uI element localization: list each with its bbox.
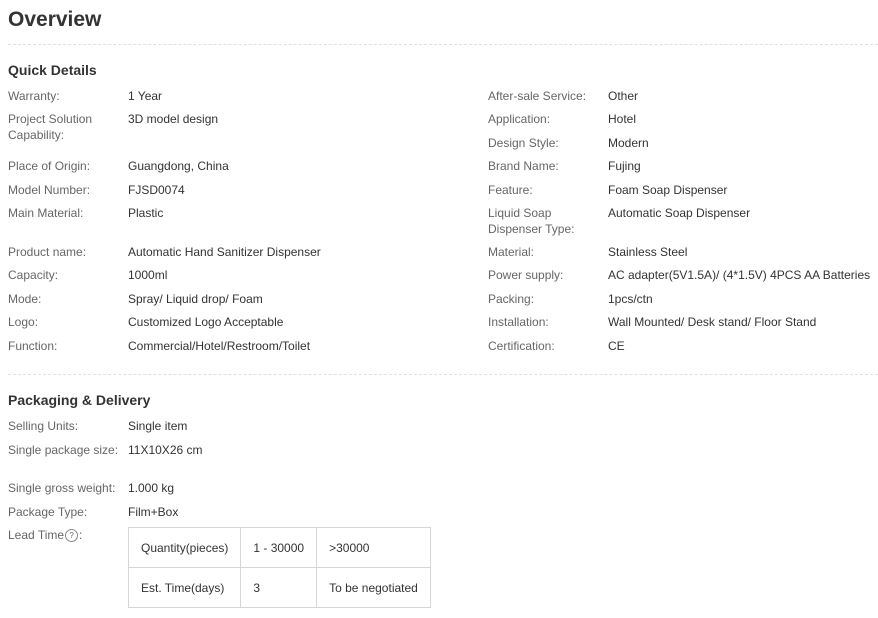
packaging-value: Single item: [128, 419, 188, 433]
table-row: Est. Time(days) 3 To be negotiated: [127, 567, 431, 608]
table-cell: 3: [240, 567, 318, 608]
detail-value: Foam Soap Dispenser: [608, 183, 728, 197]
detail-label: Installation:: [488, 315, 549, 329]
detail-value: Other: [608, 89, 639, 103]
packaging-value: 1.000 kg: [128, 481, 175, 495]
detail-label: Brand Name:: [488, 159, 559, 173]
detail-value: 1 Year: [128, 89, 163, 103]
question-circle-icon[interactable]: ?: [65, 528, 79, 542]
table-row: Quantity(pieces) 1 - 30000 >30000: [127, 527, 431, 568]
detail-value: Spray/ Liquid drop/ Foam: [128, 292, 263, 306]
page-title: Overview: [8, 8, 102, 31]
detail-value: Modern: [608, 136, 649, 150]
detail-value: Guangdong, China: [128, 159, 229, 173]
detail-label: Liquid Soap Dispenser Type:: [488, 206, 575, 236]
detail-value: Commercial/Hotel/Restroom/Toilet: [128, 339, 311, 353]
packaging-value: 11X10X26 cm: [128, 443, 203, 457]
detail-value: 1000ml: [128, 268, 168, 282]
lead-time-table: Quantity(pieces) 1 - 30000 >30000 Est. T…: [127, 527, 431, 608]
table-cell: >30000: [316, 527, 431, 568]
detail-value: Stainless Steel: [608, 245, 688, 259]
detail-label: Material:: [488, 245, 535, 259]
packaging-value: Film+Box: [128, 505, 179, 519]
detail-label: Application:: [488, 112, 551, 126]
divider: [8, 374, 878, 375]
detail-value: 3D model design: [128, 112, 219, 126]
detail-label: Certification:: [488, 339, 555, 353]
detail-value: FJSD0074: [128, 183, 185, 197]
detail-label: Main Material:: [8, 206, 84, 220]
table-cell: 1 - 30000: [240, 527, 318, 568]
detail-value: CE: [608, 339, 625, 353]
detail-label: Power supply:: [488, 268, 564, 282]
detail-label: Mode:: [8, 292, 42, 306]
detail-label: Place of Origin:: [8, 159, 91, 173]
detail-label: Capacity:: [8, 268, 59, 282]
product-overview: Overview Quick Details Warranty: 1 Year …: [0, 0, 878, 618]
detail-label: Warranty:: [8, 89, 60, 103]
packaging-label: Single package size:: [8, 443, 119, 457]
detail-label: Product name:: [8, 245, 87, 259]
lead-time-label-wrap: Lead Time ? :: [8, 528, 82, 542]
detail-label: Model Number:: [8, 183, 91, 197]
lead-time-colon: :: [79, 528, 83, 542]
detail-value: Plastic: [128, 206, 164, 220]
packaging-label: Package Type:: [8, 505, 88, 519]
detail-label: Function:: [8, 339, 58, 353]
packaging-label: Single gross weight:: [8, 481, 116, 495]
packaging-delivery-heading: Packaging & Delivery: [8, 392, 151, 408]
packaging-label: Selling Units:: [8, 419, 79, 433]
detail-label: Packing:: [488, 292, 535, 306]
detail-label: After-sale Service:: [488, 89, 587, 103]
table-cell: Quantity(pieces): [127, 527, 242, 568]
detail-value: Fujing: [608, 159, 641, 173]
detail-value: Customized Logo Acceptable: [128, 315, 284, 329]
detail-value: AC adapter(5V1.5A)/ (4*1.5V) 4PCS AA Bat…: [608, 268, 871, 282]
table-cell: Est. Time(days): [127, 567, 242, 608]
detail-label: Feature:: [488, 183, 533, 197]
detail-value: Automatic Soap Dispenser: [608, 206, 751, 220]
quick-details-heading: Quick Details: [8, 62, 97, 78]
divider: [8, 44, 878, 45]
detail-value: 1pcs/ctn: [608, 292, 653, 306]
detail-label: Logo:: [8, 315, 39, 329]
detail-value: Hotel: [608, 112, 637, 126]
table-cell: To be negotiated: [316, 567, 431, 608]
lead-time-label: Lead Time: [8, 528, 65, 542]
detail-value: Wall Mounted/ Desk stand/ Floor Stand: [608, 315, 817, 329]
detail-label: Project Solution Capability:: [8, 112, 93, 142]
detail-label: Design Style:: [488, 136, 559, 150]
detail-value: Automatic Hand Sanitizer Dispenser: [128, 245, 321, 259]
